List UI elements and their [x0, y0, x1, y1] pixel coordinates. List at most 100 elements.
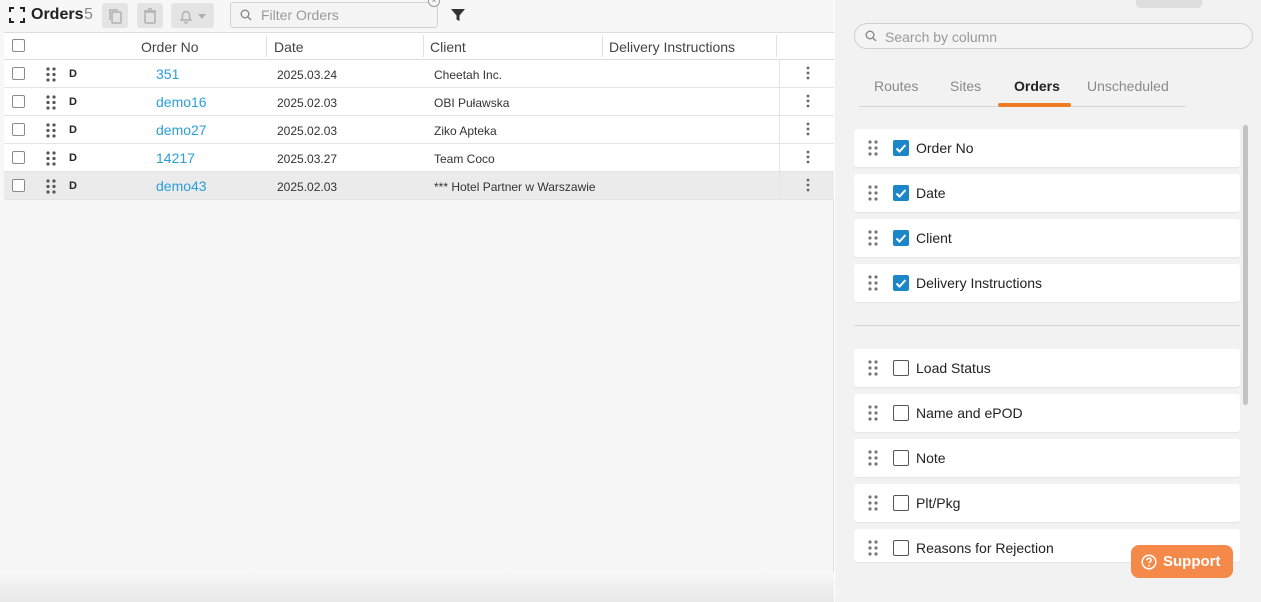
more-options-icon[interactable] — [806, 178, 810, 192]
order-type-tag: D — [69, 68, 77, 80]
column-checkbox[interactable] — [893, 495, 909, 511]
section-divider — [854, 325, 1240, 326]
copy-button[interactable] — [102, 3, 128, 28]
order-date: 2025.03.27 — [277, 152, 338, 166]
bell-icon — [179, 10, 193, 24]
order-type-tag: D — [69, 96, 77, 108]
row-checkbox[interactable] — [12, 151, 25, 164]
order-no-link[interactable]: demo43 — [156, 178, 207, 194]
column-option[interactable]: Client — [854, 219, 1240, 257]
column-option[interactable]: Plt/Pkg — [854, 484, 1240, 522]
drag-handle-icon[interactable] — [46, 179, 56, 194]
column-checkbox[interactable] — [893, 540, 909, 556]
drag-handle-icon[interactable] — [868, 140, 878, 156]
column-option[interactable]: Date — [854, 174, 1240, 212]
select-all-checkbox[interactable] — [12, 39, 25, 52]
more-options-icon[interactable] — [806, 94, 810, 108]
tab-routes[interactable]: Routes — [874, 78, 918, 94]
trash-icon — [144, 7, 156, 24]
drag-handle-icon[interactable] — [868, 230, 878, 246]
order-client: *** Hotel Partner w Warszawie — [434, 180, 596, 194]
bottom-bar — [0, 572, 834, 602]
row-checkbox[interactable] — [12, 179, 25, 192]
page-title: Orders — [31, 6, 84, 23]
clear-filter-icon[interactable]: × — [428, 0, 440, 7]
column-option[interactable]: Delivery Instructions — [854, 264, 1240, 302]
drag-handle-icon[interactable] — [868, 540, 878, 556]
column-option-label: Note — [916, 450, 946, 466]
filter-icon[interactable] — [450, 7, 466, 23]
panel-top-button[interactable] — [1136, 0, 1202, 8]
more-options-icon[interactable] — [806, 66, 810, 80]
drag-handle-icon[interactable] — [868, 275, 878, 291]
column-option-label: Date — [916, 185, 946, 201]
drag-handle-icon[interactable] — [868, 185, 878, 201]
filter-orders-input[interactable] — [261, 6, 431, 24]
order-no-link[interactable]: demo27 — [156, 122, 207, 138]
drag-handle-icon[interactable] — [46, 95, 56, 110]
orders-panel: Orders 5 Filter Orders × Order No Date C… — [0, 0, 834, 602]
table-row[interactable]: D demo16 2025.02.03 OBI Puławska — [4, 88, 834, 116]
drag-handle-icon[interactable] — [868, 360, 878, 376]
column-option-label: Load Status — [916, 360, 991, 376]
column-option[interactable]: Load Status — [854, 349, 1240, 387]
delete-button[interactable] — [137, 3, 163, 28]
column-checkbox[interactable] — [893, 275, 909, 291]
column-option[interactable]: Name and ePOD — [854, 394, 1240, 432]
table-row[interactable]: D demo27 2025.02.03 Ziko Apteka — [4, 116, 834, 144]
drag-handle-icon[interactable] — [46, 67, 56, 82]
checkmark-icon — [895, 279, 907, 288]
order-no-link[interactable]: demo16 — [156, 94, 207, 110]
column-checkbox[interactable] — [893, 185, 909, 201]
column-header-date[interactable]: Date — [274, 39, 304, 55]
column-checkbox[interactable] — [893, 360, 909, 376]
column-search-input[interactable] — [885, 28, 1235, 46]
row-checkbox[interactable] — [12, 95, 25, 108]
checkmark-icon — [895, 234, 907, 243]
checkmark-icon — [895, 189, 907, 198]
tab-sites[interactable]: Sites — [950, 78, 981, 94]
scrollbar-thumb[interactable] — [1243, 125, 1248, 405]
notify-button[interactable] — [171, 3, 214, 28]
drag-handle-icon[interactable] — [46, 151, 56, 166]
column-checkbox[interactable] — [893, 230, 909, 246]
column-header-client[interactable]: Client — [430, 39, 466, 55]
drag-handle-icon[interactable] — [46, 123, 56, 138]
more-options-icon[interactable] — [806, 150, 810, 164]
drag-handle-icon[interactable] — [868, 405, 878, 421]
row-checkbox[interactable] — [12, 123, 25, 136]
tab-orders[interactable]: Orders — [1014, 78, 1060, 94]
column-header-order-no[interactable]: Order No — [141, 39, 199, 55]
tab-unscheduled[interactable]: Unscheduled — [1087, 78, 1169, 94]
order-client: Ziko Apteka — [434, 124, 497, 138]
column-settings-panel: Routes Sites Orders Unscheduled Order No… — [835, 0, 1261, 602]
table-row[interactable]: D demo43 2025.02.03 *** Hotel Partner w … — [4, 172, 834, 200]
row-checkbox[interactable] — [12, 67, 25, 80]
checkmark-icon — [895, 144, 907, 153]
support-button[interactable]: Support — [1131, 545, 1233, 578]
caret-down-icon — [198, 13, 206, 19]
column-option-label: Name and ePOD — [916, 405, 1023, 421]
help-icon — [1141, 554, 1157, 570]
orders-count: 5 — [84, 6, 93, 23]
order-date: 2025.03.24 — [277, 68, 338, 82]
column-header-delivery-instructions[interactable]: Delivery Instructions — [609, 39, 735, 55]
column-option-label: Delivery Instructions — [916, 275, 1043, 291]
order-no-link[interactable]: 14217 — [156, 150, 195, 166]
table-row[interactable]: D 351 2025.03.24 Cheetah Inc. — [4, 60, 834, 88]
column-checkbox[interactable] — [893, 140, 909, 156]
column-checkbox[interactable] — [893, 450, 909, 466]
settings-tabs: Routes Sites Orders Unscheduled — [859, 70, 1186, 107]
order-client: Cheetah Inc. — [434, 68, 503, 82]
drag-handle-icon[interactable] — [868, 495, 878, 511]
drag-handle-icon[interactable] — [868, 450, 878, 466]
order-no-link[interactable]: 351 — [156, 66, 179, 82]
more-options-icon[interactable] — [806, 122, 810, 136]
order-client: Team Coco — [434, 152, 495, 166]
expand-icon[interactable] — [9, 7, 25, 23]
orders-toolbar: Orders 5 Filter Orders × — [0, 0, 834, 32]
column-option[interactable]: Order No — [854, 129, 1240, 167]
column-checkbox[interactable] — [893, 405, 909, 421]
column-option[interactable]: Note — [854, 439, 1240, 477]
table-row[interactable]: D 14217 2025.03.27 Team Coco — [4, 144, 834, 172]
